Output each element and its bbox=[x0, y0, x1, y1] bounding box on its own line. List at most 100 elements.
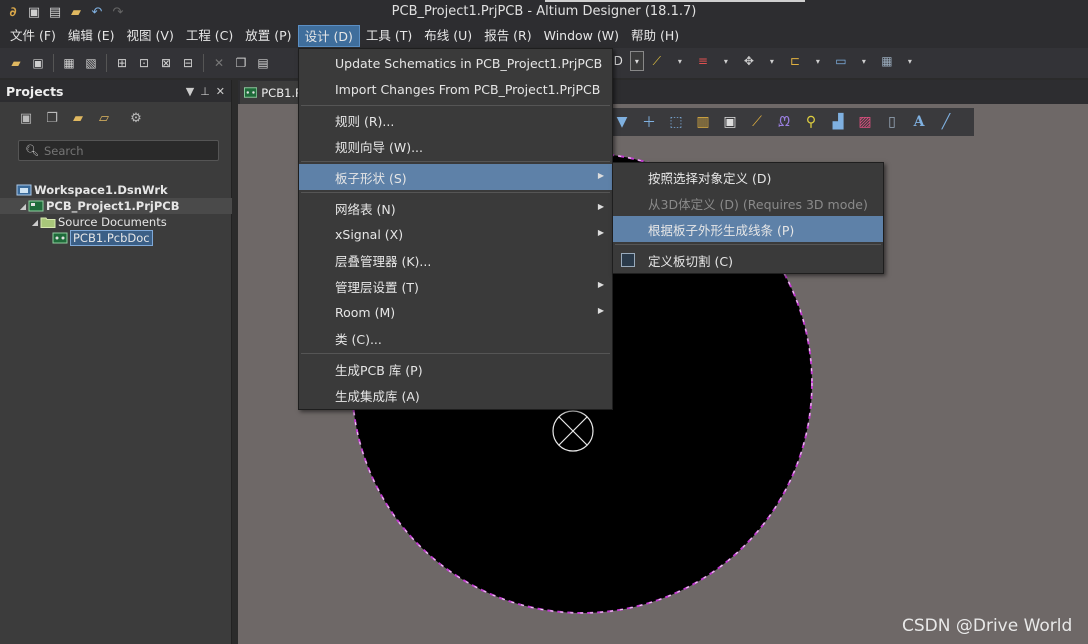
chart-icon[interactable]: ▥ bbox=[691, 111, 715, 133]
dropdown-arrow-icon[interactable]: ▾ bbox=[716, 51, 736, 71]
layers-icon[interactable]: ▭ bbox=[831, 51, 851, 71]
text-icon[interactable]: A bbox=[907, 111, 931, 133]
zoom-area-icon[interactable]: ⊞ bbox=[112, 53, 132, 73]
menu-board-shape[interactable]: 板子形状 (S) ▶ bbox=[299, 164, 612, 190]
board-cutout-icon bbox=[621, 253, 635, 267]
copy-project-icon[interactable]: ❐ bbox=[42, 108, 62, 128]
diff-pair-icon[interactable]: ᘻ bbox=[772, 111, 796, 133]
tree-workspace[interactable]: Workspace1.DsnWrk bbox=[0, 182, 232, 198]
open-icon[interactable]: ▰ bbox=[6, 53, 26, 73]
menu-file[interactable]: 文件 (F) bbox=[4, 25, 62, 47]
menu-separator bbox=[301, 192, 610, 193]
panel-pin-icon[interactable]: ⊥ bbox=[200, 85, 210, 98]
menu-item-label: 根据板子外形生成线条 (P) bbox=[648, 222, 795, 238]
pcb-document-icon bbox=[52, 232, 68, 244]
measure-icon[interactable]: ⊏ bbox=[785, 51, 805, 71]
menu-xsignal[interactable]: xSignal (X) ▶ bbox=[299, 221, 612, 247]
menu-create-primitives-from-board-shape[interactable]: 根据板子外形生成线条 (P) bbox=[613, 216, 883, 242]
pad-icon[interactable]: ⚲ bbox=[799, 111, 823, 133]
print-preview-icon[interactable]: ▧ bbox=[81, 53, 101, 73]
menu-item-label: 层叠管理器 (K)... bbox=[335, 253, 432, 269]
submenu-arrow-icon: ▶ bbox=[597, 171, 604, 180]
panel-menu-icon[interactable]: ▼ bbox=[186, 85, 194, 98]
title-accent bbox=[545, 0, 805, 2]
menu-import-changes[interactable]: Import Changes From PCB_Project1.PrjPCB bbox=[299, 76, 612, 102]
tree-document[interactable]: PCB1.PcbDoc bbox=[0, 230, 232, 246]
search-input[interactable] bbox=[43, 143, 214, 158]
menu-room[interactable]: Room (M) ▶ bbox=[299, 299, 612, 325]
save-icon[interactable]: ▣ bbox=[28, 53, 48, 73]
projects-panel-title: Projects bbox=[6, 83, 64, 99]
menu-rules[interactable]: 规则 (R)... bbox=[299, 107, 612, 133]
view-mode-dropdown[interactable]: ▾ bbox=[629, 51, 644, 71]
menu-update-schematics[interactable]: Update Schematics in PCB_Project1.PrjPCB bbox=[299, 50, 612, 76]
cut-icon[interactable]: ✕ bbox=[209, 53, 229, 73]
grid-icon[interactable]: ▦ bbox=[877, 51, 897, 71]
align-icon[interactable]: ≡ bbox=[693, 51, 713, 71]
route-icon[interactable]: ⟋ bbox=[745, 111, 769, 133]
menu-item-label: Update Schematics in PCB_Project1.PrjPCB bbox=[335, 55, 603, 71]
tab-pcb1[interactable]: PCB1.P bbox=[240, 81, 302, 104]
menu-window[interactable]: Window (W) bbox=[538, 25, 625, 47]
projects-panel-header: Projects ▼ ⊥ ✕ bbox=[0, 80, 231, 102]
menu-netlist[interactable]: 网络表 (N) ▶ bbox=[299, 195, 612, 221]
print-icon[interactable]: ▦ bbox=[59, 53, 79, 73]
save-project-icon[interactable]: ▣ bbox=[16, 108, 36, 128]
menu-layer-sets[interactable]: 管理层设置 (T) ▶ bbox=[299, 273, 612, 299]
zoom-selected-icon[interactable]: ⊡ bbox=[134, 53, 154, 73]
graph-icon[interactable]: ▨ bbox=[853, 111, 877, 133]
menu-define-board-cutout[interactable]: 定义板切割 (C) bbox=[613, 247, 883, 273]
watermark: CSDN @Drive World bbox=[902, 616, 1073, 636]
folder-icon bbox=[40, 217, 56, 228]
copy-icon[interactable]: ❐ bbox=[231, 53, 251, 73]
settings-gear-icon[interactable]: ⚙ bbox=[126, 108, 146, 128]
menu-edit[interactable]: 编辑 (E) bbox=[62, 25, 121, 47]
menu-item-label: xSignal (X) bbox=[335, 226, 404, 242]
title-bar: ∂ ▣ ▤ ▰ ↶ ↷ PCB_Project1.PrjPCB - Altium… bbox=[0, 0, 1088, 24]
polygon-icon[interactable]: ▟ bbox=[826, 111, 850, 133]
menu-route[interactable]: 布线 (U) bbox=[418, 25, 478, 47]
tree-project[interactable]: ◢ PCB_Project1.PrjPCB bbox=[0, 198, 232, 214]
snap-icon[interactable]: ✥ bbox=[739, 51, 759, 71]
menu-layer-stack-manager[interactable]: 层叠管理器 (K)... bbox=[299, 247, 612, 273]
dropdown-arrow-icon[interactable]: ▾ bbox=[670, 51, 690, 71]
project-label: PCB_Project1.PrjPCB bbox=[46, 199, 180, 213]
select-icon[interactable]: ⟋ bbox=[647, 51, 667, 71]
menu-design[interactable]: 设计 (D) bbox=[297, 25, 360, 47]
menu-make-pcb-library[interactable]: 生成PCB 库 (P) bbox=[299, 356, 612, 382]
filter-icon[interactable]: ▼ bbox=[610, 111, 634, 133]
paste-icon[interactable]: ▤ bbox=[253, 53, 273, 73]
menu-item-label: 按照选择对象定义 (D) bbox=[648, 170, 772, 186]
menu-item-label: 管理层设置 (T) bbox=[335, 279, 419, 295]
menu-view[interactable]: 视图 (V) bbox=[121, 25, 180, 47]
collapse-arrow-icon[interactable]: ◢ bbox=[30, 218, 40, 227]
panel-close-icon[interactable]: ✕ bbox=[216, 85, 225, 98]
collapse-arrow-icon[interactable]: ◢ bbox=[18, 202, 28, 211]
dimension-icon[interactable]: ▯ bbox=[880, 111, 904, 133]
zoom-filtered-icon[interactable]: ⊟ bbox=[178, 53, 198, 73]
dropdown-arrow-icon[interactable]: ▾ bbox=[900, 51, 920, 71]
zoom-fit-icon[interactable]: ⊠ bbox=[156, 53, 176, 73]
dropdown-arrow-icon[interactable]: ▾ bbox=[854, 51, 874, 71]
menu-tools[interactable]: 工具 (T) bbox=[360, 25, 418, 47]
menu-make-integrated-library[interactable]: 生成集成库 (A) bbox=[299, 382, 612, 408]
tree-source-documents[interactable]: ◢ Source Documents bbox=[0, 214, 232, 230]
add-icon[interactable]: ＋ bbox=[637, 111, 661, 133]
menu-define-from-selected[interactable]: 按照选择对象定义 (D) bbox=[613, 164, 883, 190]
component-icon[interactable]: ▣ bbox=[718, 111, 742, 133]
project-options-icon[interactable]: ▱ bbox=[94, 108, 114, 128]
menu-reports[interactable]: 报告 (R) bbox=[478, 25, 537, 47]
toolbar-separator bbox=[53, 54, 54, 72]
dropdown-arrow-icon[interactable]: ▾ bbox=[808, 51, 828, 71]
menu-item-label: 生成集成库 (A) bbox=[335, 388, 420, 404]
menu-help[interactable]: 帮助 (H) bbox=[625, 25, 685, 47]
rectangle-select-icon[interactable]: ⬚ bbox=[664, 111, 688, 133]
menu-rule-wizard[interactable]: 规则向导 (W)... bbox=[299, 133, 612, 159]
open-project-folder-icon[interactable]: ▰ bbox=[68, 108, 88, 128]
dropdown-arrow-icon[interactable]: ▾ bbox=[762, 51, 782, 71]
menu-project[interactable]: 工程 (C) bbox=[180, 25, 239, 47]
line-icon[interactable]: ╱ bbox=[934, 111, 958, 133]
menu-item-label: 规则 (R)... bbox=[335, 113, 395, 129]
menu-classes[interactable]: 类 (C)... bbox=[299, 325, 612, 351]
menu-place[interactable]: 放置 (P) bbox=[239, 25, 297, 47]
